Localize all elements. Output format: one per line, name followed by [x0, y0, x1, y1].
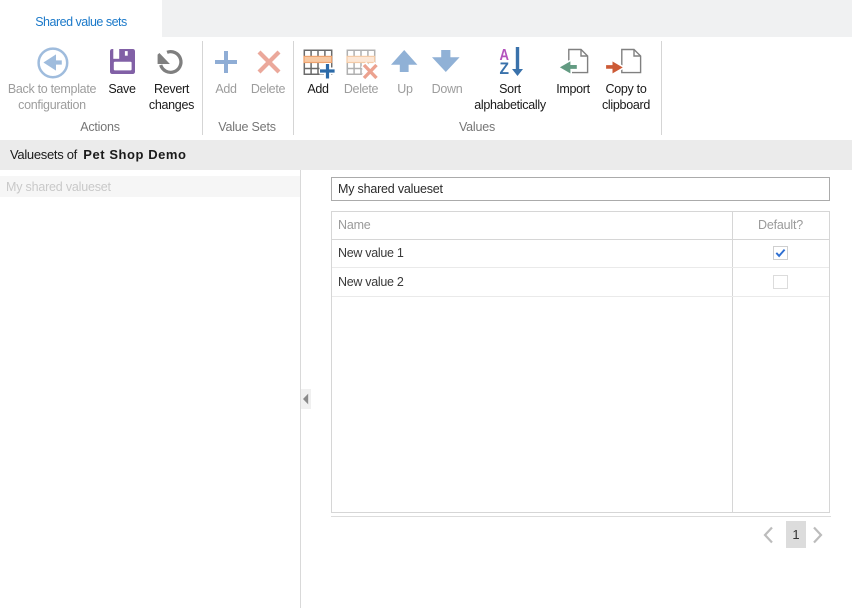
svg-text:Z: Z — [500, 60, 510, 78]
